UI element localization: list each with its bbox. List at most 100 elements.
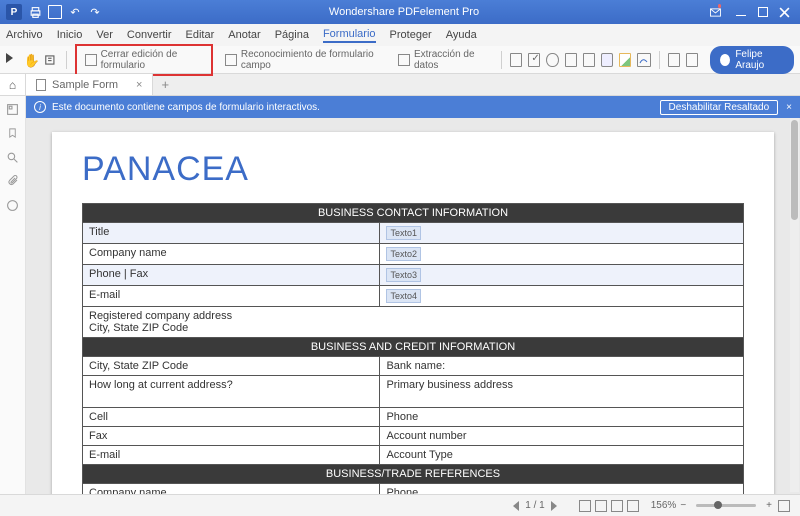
thumbnails-icon[interactable] bbox=[6, 102, 20, 116]
undo-icon[interactable]: ↶ bbox=[68, 5, 82, 19]
edit-tool-icon[interactable] bbox=[44, 53, 58, 67]
close-form-editing-button[interactable]: Cerrar edición de formulario bbox=[79, 47, 209, 73]
user-name: Felipe Araujo bbox=[735, 49, 784, 71]
mail-icon[interactable] bbox=[710, 5, 724, 19]
close-tab-icon[interactable]: × bbox=[136, 79, 142, 91]
zoom-in-icon[interactable]: + bbox=[766, 500, 772, 511]
menu-anotar[interactable]: Anotar bbox=[228, 29, 260, 41]
zoom-level: 156% bbox=[651, 500, 677, 511]
fullscreen-icon[interactable] bbox=[778, 500, 790, 512]
print-icon[interactable] bbox=[28, 5, 42, 19]
label-company: Company name bbox=[83, 244, 380, 265]
label-phone: Phone bbox=[380, 408, 744, 427]
align-tool-icon[interactable] bbox=[668, 53, 680, 67]
zoom-slider[interactable] bbox=[696, 504, 756, 507]
close-form-editing-highlight: Cerrar edición de formulario bbox=[75, 44, 213, 76]
info-banner-message: Este documento contiene campos de formul… bbox=[52, 102, 320, 113]
page-indicator: 1 / 1 bbox=[525, 500, 544, 511]
scrollbar-thumb[interactable] bbox=[791, 120, 798, 220]
view-continuous-icon[interactable] bbox=[595, 500, 607, 512]
label-accttype: Account Type bbox=[380, 446, 744, 465]
save-icon[interactable] bbox=[48, 5, 62, 19]
app-logo-icon: P bbox=[6, 4, 22, 20]
banner-close-icon[interactable]: × bbox=[786, 102, 792, 113]
page-prev-icon[interactable] bbox=[513, 501, 519, 511]
menu-pagina[interactable]: Página bbox=[275, 29, 309, 41]
form-recognition-button[interactable]: Reconocimiento de formulario campo bbox=[219, 47, 386, 73]
form-recognition-icon bbox=[225, 54, 237, 66]
field-texto3[interactable]: Texto3 bbox=[386, 268, 421, 282]
button-tool-icon[interactable] bbox=[601, 53, 613, 67]
label-cityzip: City, State ZIP Code bbox=[83, 357, 380, 376]
menu-proteger[interactable]: Proteger bbox=[390, 29, 432, 41]
section-header-2: BUSINESS AND CREDIT INFORMATION bbox=[83, 338, 744, 357]
bookmarks-icon[interactable] bbox=[6, 126, 20, 140]
radio-tool-icon[interactable] bbox=[546, 53, 558, 67]
document-file-icon bbox=[36, 79, 46, 91]
label-phone-2: Phone bbox=[380, 484, 744, 495]
vertical-scrollbar[interactable] bbox=[790, 118, 799, 492]
title-bar: P ↶ ↷ Wondershare PDFelement Pro bbox=[0, 0, 800, 24]
combobox-tool-icon[interactable] bbox=[565, 53, 577, 67]
section-header-1: BUSINESS CONTACT INFORMATION bbox=[83, 204, 744, 223]
document-tab-label: Sample Form bbox=[52, 79, 118, 91]
data-extraction-label: Extracción de datos bbox=[414, 49, 487, 71]
image-tool-icon[interactable] bbox=[619, 53, 631, 67]
maximize-icon[interactable] bbox=[758, 7, 768, 17]
menu-ver[interactable]: Ver bbox=[96, 29, 113, 41]
document-brand-title: PANACEA bbox=[82, 150, 744, 189]
signature-tool-icon[interactable] bbox=[637, 53, 651, 67]
disable-highlight-button[interactable]: Deshabilitar Resaltado bbox=[660, 100, 779, 115]
label-email-2: E-mail bbox=[83, 446, 380, 465]
info-icon: i bbox=[34, 101, 46, 113]
label-bankname: Bank name: bbox=[380, 357, 744, 376]
label-regaddr: Registered company addressCity, State ZI… bbox=[83, 307, 744, 338]
menu-ayuda[interactable]: Ayuda bbox=[446, 29, 477, 41]
label-title: Title bbox=[83, 223, 380, 244]
menu-inicio[interactable]: Inicio bbox=[57, 29, 83, 41]
hand-tool-icon[interactable]: ✋ bbox=[24, 53, 38, 67]
menu-convertir[interactable]: Convertir bbox=[127, 29, 172, 41]
info-banner: i Este documento contiene campos de form… bbox=[26, 96, 800, 118]
select-tool-icon[interactable] bbox=[6, 53, 18, 67]
redo-icon[interactable]: ↷ bbox=[88, 5, 102, 19]
formulario-toolbar: ✋ Cerrar edición de formulario Reconocim… bbox=[0, 46, 800, 74]
status-bar: 1 / 1 156% − + bbox=[0, 494, 800, 516]
home-tab-icon[interactable]: ⌂ bbox=[0, 74, 26, 95]
view-single-icon[interactable] bbox=[579, 500, 591, 512]
field-texto4[interactable]: Texto4 bbox=[386, 289, 421, 303]
label-phonefax: Phone | Fax bbox=[83, 265, 380, 286]
label-primaddr: Primary business address bbox=[380, 376, 744, 408]
form-table: BUSINESS CONTACT INFORMATION Title Texto… bbox=[82, 203, 744, 494]
search-sidebar-icon[interactable] bbox=[6, 150, 20, 164]
checkbox-tool-icon[interactable]: ✓ bbox=[528, 53, 540, 67]
field-texto1[interactable]: Texto1 bbox=[386, 226, 421, 240]
add-tab-icon[interactable]: + bbox=[153, 77, 177, 92]
window-close-icon[interactable] bbox=[778, 6, 790, 18]
page-next-icon[interactable] bbox=[551, 501, 557, 511]
data-extraction-button[interactable]: Extracción de datos bbox=[392, 47, 493, 73]
label-acctnum: Account number bbox=[380, 427, 744, 446]
minimize-icon[interactable] bbox=[734, 5, 748, 19]
left-sidebar bbox=[0, 96, 26, 494]
view-fit-icon[interactable] bbox=[627, 500, 639, 512]
close-form-icon bbox=[85, 54, 97, 66]
user-badge[interactable]: Felipe Araujo bbox=[710, 46, 794, 74]
form-recognition-label: Reconocimiento de formulario campo bbox=[241, 49, 380, 71]
listbox-tool-icon[interactable] bbox=[583, 53, 595, 67]
textfield-tool-icon[interactable] bbox=[510, 53, 522, 67]
attachments-icon[interactable] bbox=[6, 174, 20, 188]
document-viewport[interactable]: PANACEA BUSINESS CONTACT INFORMATION Tit… bbox=[26, 118, 800, 494]
menu-formulario[interactable]: Formulario bbox=[323, 28, 376, 43]
close-form-label: Cerrar edición de formulario bbox=[101, 49, 203, 71]
zoom-out-icon[interactable]: − bbox=[680, 500, 686, 511]
menu-archivo[interactable]: Archivo bbox=[6, 29, 43, 41]
document-tab[interactable]: Sample Form × bbox=[26, 74, 153, 95]
view-facing-icon[interactable] bbox=[611, 500, 623, 512]
field-texto2[interactable]: Texto2 bbox=[386, 247, 421, 261]
menu-editar[interactable]: Editar bbox=[186, 29, 215, 41]
comments-icon[interactable] bbox=[6, 198, 20, 212]
label-howlong: How long at current address? bbox=[83, 376, 380, 408]
properties-tool-icon[interactable] bbox=[686, 53, 698, 67]
zoom-slider-knob[interactable] bbox=[714, 501, 722, 509]
